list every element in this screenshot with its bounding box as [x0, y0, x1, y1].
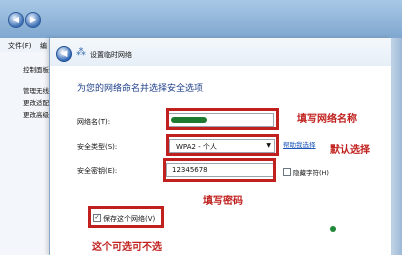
hide-characters-checkbox[interactable] [283, 168, 291, 176]
sidebar-item-control-panel[interactable]: 控制面板 [23, 64, 49, 74]
menu-edit[interactable]: 编 [40, 41, 47, 51]
forward-arrow-icon[interactable]: ▶ [25, 12, 41, 28]
security-type-label: 安全类型(S): [77, 143, 118, 151]
background-window-edge [390, 38, 402, 255]
background-window-titlebar: ◀ ▶ [0, 0, 402, 38]
sidebar-item-change-advanced[interactable]: 更改高级 [23, 109, 49, 119]
network-icon: ⁂ [76, 47, 86, 58]
annotation-fill-password: 填写密码 [203, 196, 243, 207]
dialog-title: 设置临时网络 [90, 51, 132, 59]
dialog-heading: 为您的网络命名并选择安全选项 [77, 84, 204, 94]
security-key-label: 安全密钥(E): [77, 167, 118, 175]
annotation-box-security-key [163, 158, 276, 182]
hide-characters-label: 隐藏字符(H) [293, 169, 329, 177]
annotation-default-choice: 默认选择 [330, 145, 370, 156]
sidebar-item-change-adapter[interactable]: 更改适配 [23, 97, 49, 107]
menu-file[interactable]: 文件(F) [8, 41, 32, 51]
status-dot [330, 226, 336, 232]
hide-characters-option[interactable]: 隐藏字符(H) [283, 167, 329, 177]
dialog-header: ◀ ⁂ 设置临时网络 [50, 38, 391, 66]
back-arrow-icon[interactable]: ◀ [8, 12, 24, 28]
back-arrow-icon[interactable]: ◀ [56, 46, 72, 62]
background-sidebar: 控制面板 管理无线 更改适配 更改高级 [0, 52, 56, 255]
annotation-box-save-network [88, 206, 164, 228]
annotation-box-network-name [166, 108, 279, 130]
network-name-label: 网络名(T): [77, 118, 111, 126]
help-me-choose-link[interactable]: 帮助我选择 [283, 139, 316, 149]
annotation-fill-network-name: 填写网络名称 [297, 114, 357, 125]
annotation-box-security-type [166, 134, 279, 156]
annotation-optional-note: 这个可选可不选 [92, 242, 162, 253]
sidebar-item-manage-wireless[interactable]: 管理无线 [23, 85, 49, 95]
